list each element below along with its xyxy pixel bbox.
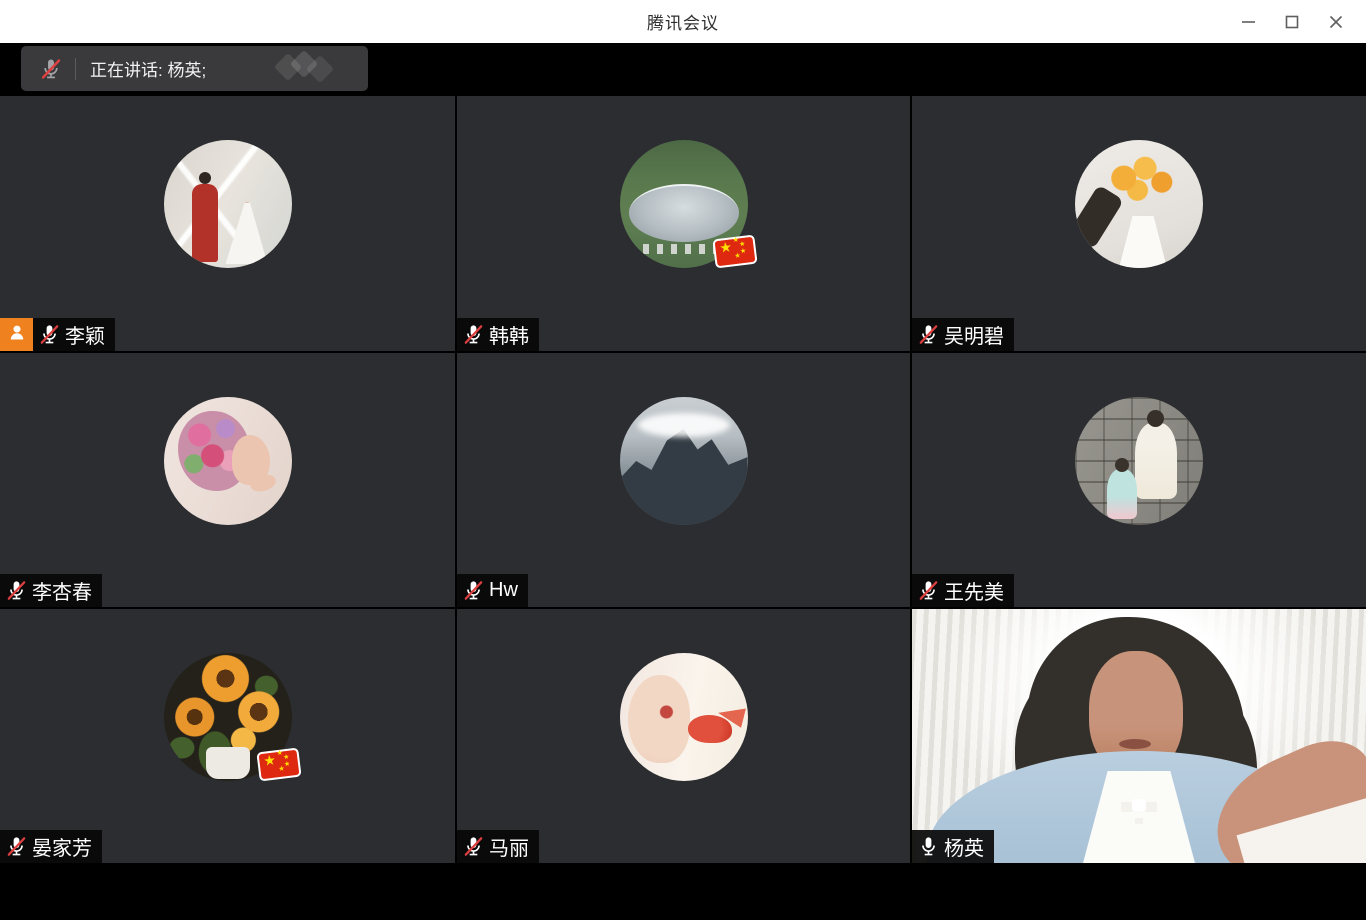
minimize-button[interactable] (1226, 0, 1270, 43)
meeting-logo-watermark (278, 53, 344, 85)
participant-tile-7[interactable]: ★★★★★ 晏家芳 (0, 609, 455, 863)
muted-mic-icon (5, 835, 28, 858)
participant-label-row: 李颖 (0, 318, 115, 351)
meeting-stage: 正在讲话: 杨英; 李颖 (0, 43, 1366, 920)
titlebar: 腾讯会议 (0, 0, 1366, 43)
participant-name: 李杏春 (32, 576, 92, 605)
participant-label-row: 吴明碧 (912, 318, 1014, 351)
meeting-window: 腾讯会议 正在讲话: 杨英; (0, 0, 1366, 920)
participant-name: 马丽 (489, 832, 529, 861)
participant-name: 晏家芳 (32, 832, 92, 861)
speaking-indicator: 正在讲话: 杨英; (21, 46, 368, 91)
participant-name-label: 李杏春 (0, 574, 102, 607)
participant-label-row: 李杏春 (0, 574, 102, 607)
toast-divider (75, 58, 76, 80)
avatar-mountain-peak (620, 397, 748, 525)
participant-name-label: 杨英 (912, 830, 994, 863)
close-icon (1329, 15, 1343, 29)
participant-label-row: 王先美 (912, 574, 1014, 607)
window-title: 腾讯会议 (647, 9, 719, 34)
active-mic-icon (917, 835, 940, 858)
participant-label-row: Hw (457, 574, 528, 607)
participant-name: 李颖 (65, 320, 105, 349)
participant-name: Hw (489, 579, 518, 602)
participant-name: 韩韩 (489, 320, 529, 349)
participant-tile-1[interactable]: 李颖 (0, 96, 455, 351)
participant-name-label: 晏家芳 (0, 830, 102, 863)
participant-name-label: 吴明碧 (912, 318, 1014, 351)
china-flag-badge: ★★★★★ (256, 748, 301, 782)
speaker-bow (1132, 799, 1146, 811)
participant-label-row: 马丽 (457, 830, 539, 863)
participant-name: 杨英 (944, 832, 984, 861)
china-flag-badge: ★★★★★ (712, 235, 757, 269)
participant-label-row: 杨英 (912, 830, 994, 863)
muted-mic-icon (917, 579, 940, 602)
participant-tile-2[interactable]: ★★★★★ 韩韩 (457, 96, 910, 351)
participant-label-row: 韩韩 (457, 318, 539, 351)
person-icon (7, 322, 27, 347)
muted-mic-icon (462, 323, 485, 346)
avatar-mother-and-child (1075, 397, 1203, 525)
participant-name-label: 王先美 (912, 574, 1014, 607)
muted-mic-icon (38, 323, 61, 346)
muted-mic-icon (462, 579, 485, 602)
avatar-goldfish-illustration (620, 653, 748, 781)
participant-label-row: 晏家芳 (0, 830, 102, 863)
participant-tile-8[interactable]: 马丽 (457, 609, 910, 863)
participant-name-label: Hw (457, 574, 528, 607)
participant-name-label: 李颖 (33, 318, 115, 351)
avatar-flower-hair-portrait (164, 397, 292, 525)
minimize-icon (1241, 14, 1256, 29)
participant-grid: 李颖 ★★★★★ 韩韩 (0, 96, 1366, 863)
participant-tile-9-live-video[interactable]: 杨英 (912, 609, 1366, 863)
avatar-sunflowers: ★★★★★ (164, 653, 292, 781)
avatar-flower-bouquet (1075, 140, 1203, 268)
participant-name: 王先美 (944, 576, 1004, 605)
muted-mic-icon (462, 835, 485, 858)
maximize-button[interactable] (1270, 0, 1314, 43)
close-button[interactable] (1314, 0, 1358, 43)
maximize-icon (1285, 15, 1299, 29)
avatar-fast-telescope: ★★★★★ (620, 140, 748, 268)
muted-mic-icon (5, 579, 28, 602)
participant-tile-6[interactable]: 王先美 (912, 353, 1366, 607)
participant-tile-4[interactable]: 李杏春 (0, 353, 455, 607)
speaking-label: 正在讲话: 杨英; (90, 56, 206, 81)
participant-name-label: 韩韩 (457, 318, 539, 351)
avatar-wedding-photo (164, 140, 292, 268)
participant-name: 吴明碧 (944, 320, 1004, 349)
muted-mic-icon (39, 57, 63, 81)
participant-tile-5[interactable]: Hw (457, 353, 910, 607)
participant-tile-3[interactable]: 吴明碧 (912, 96, 1366, 351)
window-controls (1226, 0, 1358, 43)
host-badge (0, 318, 33, 351)
participant-name-label: 马丽 (457, 830, 539, 863)
muted-mic-icon (917, 323, 940, 346)
